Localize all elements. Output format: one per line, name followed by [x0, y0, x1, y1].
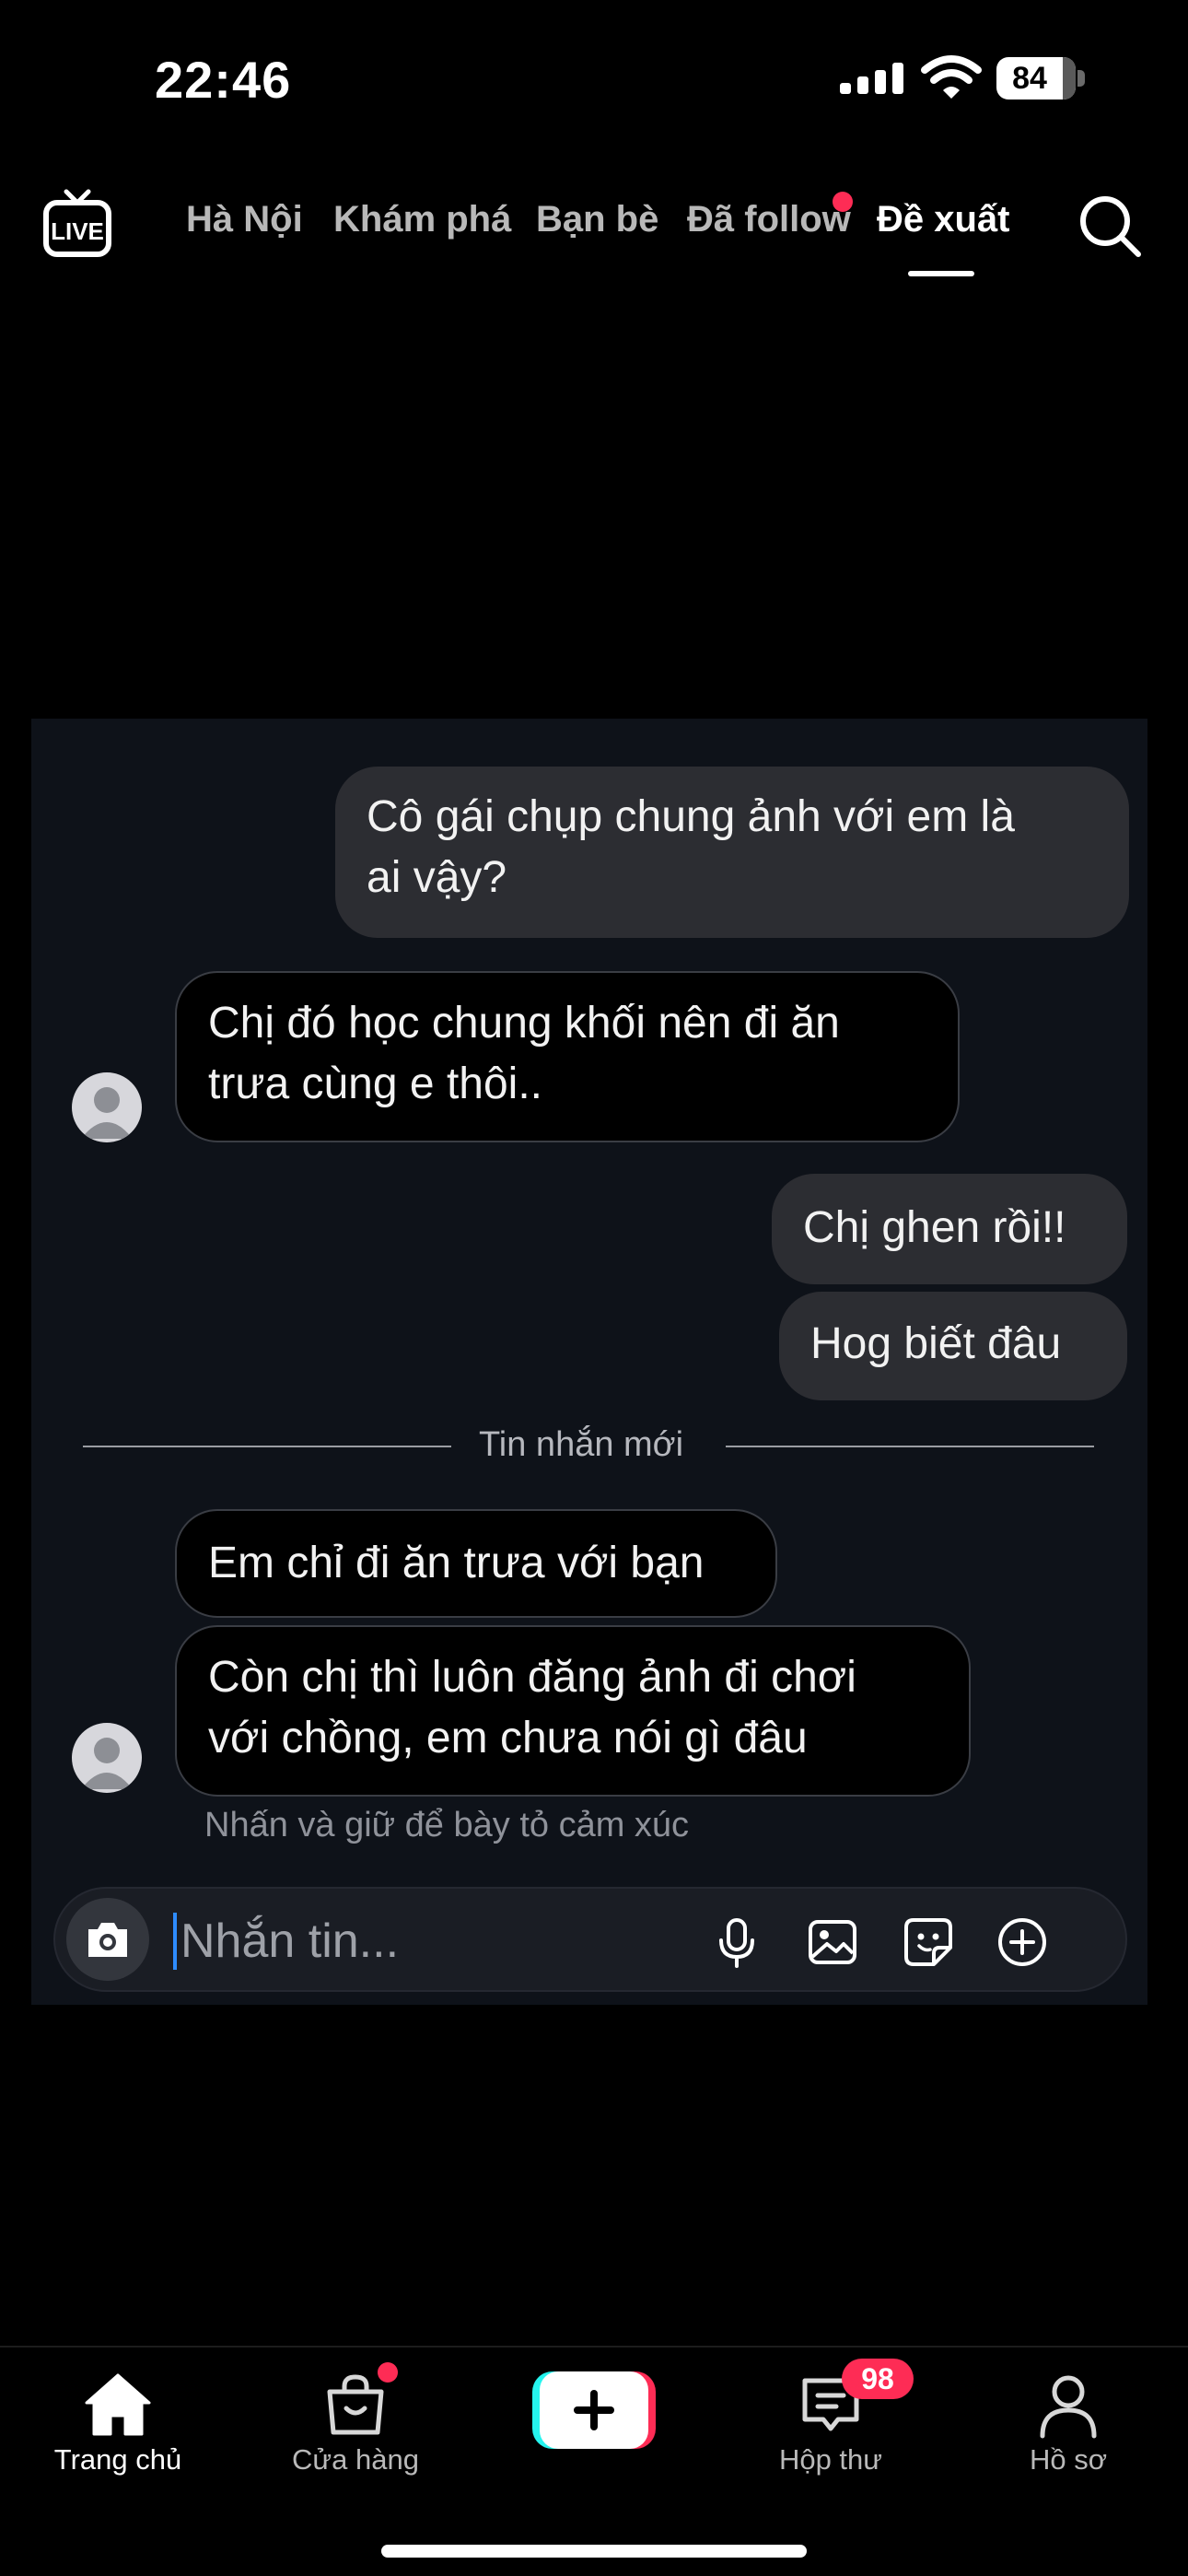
divider-line	[83, 1446, 451, 1447]
svg-text:LIVE: LIVE	[51, 217, 104, 245]
message-text: Hog biết đâu	[810, 1319, 1062, 1368]
create-plus-icon[interactable]	[532, 2371, 656, 2449]
reaction-hint: Nhấn và giữ để bày tỏ cảm xúc	[204, 1806, 690, 1844]
text-caret	[173, 1913, 177, 1970]
nav-shop[interactable]: Cửa hàng	[263, 2348, 448, 2504]
app-screen: 22:46 84 LIVE Hà Nội Khám phá Bạn bè Đã …	[0, 0, 1188, 2576]
camera-icon	[88, 1923, 127, 1957]
avatar	[72, 1072, 142, 1142]
message-text: với chồng, em chưa nói gì đâu	[208, 1714, 808, 1762]
profile-icon	[1040, 2375, 1097, 2439]
tab-ha-noi[interactable]: Hà Nội	[186, 199, 303, 240]
message-bubble-outgoing: Hog biết đâu	[779, 1292, 1127, 1400]
message-bubble-outgoing: Chị ghen rồi!!	[772, 1174, 1127, 1284]
message-composer	[53, 1887, 1127, 1992]
message-bubble-incoming: Còn chị thì luôn đăng ảnh đi chơi với ch…	[175, 1625, 971, 1797]
tab-da-follow[interactable]: Đã follow	[687, 199, 851, 240]
message-text: trưa cùng e thôi..	[208, 1060, 542, 1108]
battery-icon: 84	[996, 57, 1076, 100]
camera-button[interactable]	[66, 1898, 149, 1981]
nav-home[interactable]: Trang chủ	[26, 2348, 210, 2504]
wifi-icon	[921, 55, 982, 99]
image-icon[interactable]	[805, 1914, 860, 1970]
message-text: ai vậy?	[367, 853, 507, 902]
message-bubble-incoming: Chị đó học chung khối nên đi ăn trưa cùn…	[175, 971, 960, 1142]
status-bar: 22:46 84	[0, 0, 1188, 157]
bottom-navigation: Trang chủ Cửa hàng 98 Hộp thư Hồ sơ	[0, 2346, 1188, 2576]
new-messages-label: Tin nhắn mới	[479, 1425, 684, 1464]
top-navigation: LIVE Hà Nội Khám phá Bạn bè Đã follow Đề…	[0, 175, 1188, 295]
active-tab-indicator	[908, 271, 974, 276]
nav-label: Hồ sơ	[1029, 2443, 1108, 2476]
message-bubble-outgoing: Cô gái chụp chung ảnh với em là ai vậy?	[335, 767, 1129, 938]
message-text: Em chỉ đi ăn trưa với bạn	[208, 1539, 705, 1587]
battery-indicator: 84	[996, 57, 1085, 100]
cellular-signal-icon	[840, 63, 903, 94]
tab-de-xuat[interactable]: Đề xuất	[877, 199, 1010, 240]
divider-line	[726, 1446, 1094, 1447]
nav-label: Cửa hàng	[292, 2443, 419, 2476]
message-text: Chị đó học chung khối nên đi ăn	[208, 999, 840, 1048]
plus-circle-icon[interactable]	[995, 1914, 1050, 1970]
notification-dot	[378, 2362, 398, 2383]
message-input[interactable]	[181, 1909, 641, 1973]
battery-percent: 84	[1012, 61, 1047, 96]
home-icon	[85, 2373, 151, 2436]
chat-screenshot: Cô gái chụp chung ảnh với em là ai vậy? …	[31, 719, 1147, 2005]
nav-label: Hộp thư	[778, 2443, 883, 2476]
tab-kham-pha[interactable]: Khám phá	[333, 199, 511, 240]
sticker-icon[interactable]	[901, 1914, 956, 1970]
live-icon[interactable]: LIVE	[41, 188, 114, 258]
message-text: Còn chị thì luôn đăng ảnh đi chơi	[208, 1653, 856, 1702]
microphone-icon[interactable]	[709, 1914, 764, 1970]
message-bubble-incoming: Em chỉ đi ăn trưa với bạn	[175, 1509, 777, 1618]
message-text: Cô gái chụp chung ảnh với em là	[367, 792, 1015, 841]
message-text: Chị ghen rồi!!	[803, 1203, 1066, 1252]
shop-bag-icon	[327, 2374, 384, 2435]
nav-label: Trang chủ	[53, 2443, 182, 2476]
status-time: 22:46	[155, 51, 292, 109]
tab-ban-be[interactable]: Bạn bè	[536, 199, 658, 240]
nav-inbox[interactable]: 98 Hộp thư	[739, 2348, 923, 2504]
nav-profile[interactable]: Hồ sơ	[976, 2348, 1160, 2504]
search-icon[interactable]	[1077, 193, 1142, 258]
notification-dot	[833, 192, 853, 212]
inbox-badge: 98	[842, 2359, 914, 2399]
home-indicator	[381, 2545, 807, 2558]
avatar	[72, 1723, 142, 1793]
